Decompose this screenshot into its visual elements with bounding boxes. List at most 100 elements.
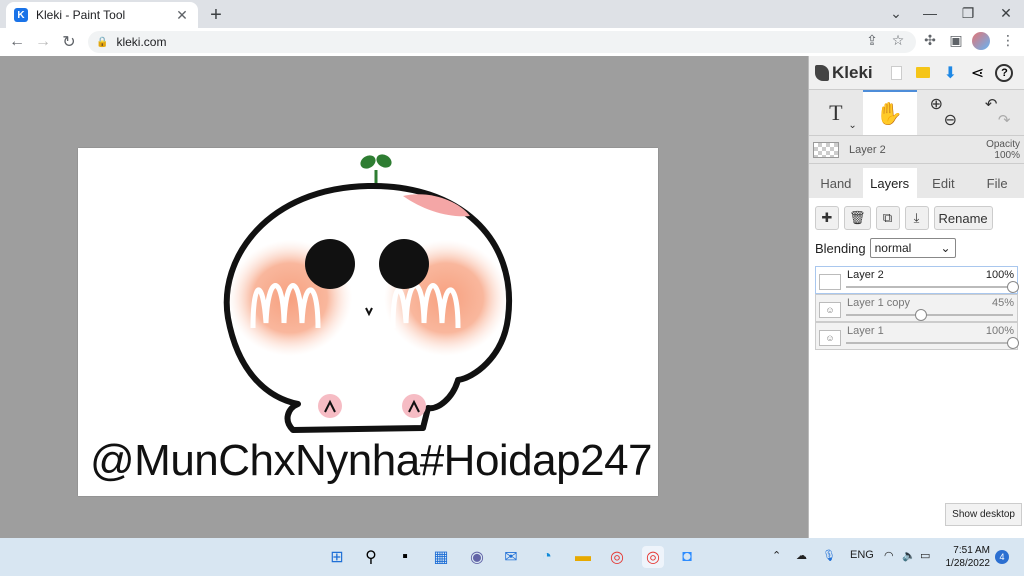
help-icon[interactable]: ? [991, 59, 1018, 87]
battery-icon[interactable]: ▭ [920, 549, 930, 562]
layer-item[interactable]: ☺ Layer 1 copy 45% [815, 294, 1018, 322]
layers-panel: ✚ 🗑 ⧉ ⤓ Rename Blending normal ⌄ Layer 2… [809, 198, 1024, 554]
tab-file[interactable]: File [970, 168, 1024, 198]
layer-opacity-slider[interactable] [846, 337, 1019, 349]
widgets-icon[interactable]: ▦ [430, 546, 452, 568]
blending-select[interactable]: normal ⌄ [869, 238, 956, 258]
undo-icon[interactable]: ↶ [985, 96, 998, 113]
open-folder-icon[interactable] [910, 59, 937, 87]
teams-chat-icon[interactable]: ◉ [466, 546, 488, 568]
browser-toolbar: ← → ↻ 🔒 kleki.com ⇪ ☆ ✣ ▣ ⋮ [0, 28, 1024, 56]
layer-thumbnail: ☺ [819, 330, 841, 346]
forward-arrow-icon[interactable]: → [30, 33, 56, 51]
drawing-canvas[interactable]: @MunChxNynha#Hoidap247 [78, 148, 658, 496]
new-image-icon[interactable] [883, 59, 910, 87]
onedrive-cloud-icon[interactable]: ☁ [796, 549, 807, 562]
volume-icon[interactable]: 🔈 [902, 549, 916, 562]
layer-actions: ✚ 🗑 ⧉ ⤓ Rename [815, 206, 1018, 230]
wifi-icon[interactable]: ◠ [884, 549, 894, 562]
start-windows-icon[interactable]: ⊞ [326, 546, 348, 568]
bookmark-star-icon[interactable]: ☆ [888, 32, 908, 49]
more-menu-icon[interactable]: ⋮ [998, 32, 1018, 49]
merge-down-button[interactable]: ⤓ [904, 206, 929, 230]
layer-opacity-slider[interactable] [846, 281, 1019, 293]
zoom-in-icon[interactable]: ⊕ [930, 96, 943, 113]
chevron-down-icon[interactable]: ⌄ [848, 120, 856, 131]
chrome-icon[interactable]: ◎ [606, 546, 628, 568]
tab-title: Kleki - Paint Tool [36, 8, 126, 22]
clock[interactable]: 7:51 AM 1/28/2022 [944, 544, 991, 570]
address-bar[interactable]: 🔒 kleki.com [88, 31, 916, 53]
blending-label: Blending [815, 240, 866, 256]
kleki-side-panel: Kleki ⬇ ⋖ ? T ⌄ ✋ ⊕ ⊖ ↶ ↷ Layer 2 Opacit… [808, 56, 1024, 554]
plus-icon: ✚ [821, 210, 833, 225]
close-tab-icon[interactable]: ✕ [174, 7, 190, 24]
zoom-controls: ⊕ ⊖ [917, 90, 971, 135]
delete-layer-button[interactable]: 🗑 [844, 206, 871, 230]
trash-icon: 🗑 [849, 210, 866, 225]
layer-name: Layer 1 copy [847, 297, 910, 309]
slider-handle[interactable] [915, 309, 928, 321]
edge-browser-icon[interactable]: ◔ [536, 546, 558, 568]
tab-layers[interactable]: Layers [862, 168, 917, 198]
reload-icon[interactable]: ↻ [56, 32, 82, 52]
tab-edit[interactable]: Edit [917, 168, 971, 198]
chevron-down-icon: ⌄ [940, 241, 951, 255]
file-explorer-icon[interactable]: ▬ [572, 546, 594, 568]
slider-handle[interactable] [1007, 281, 1019, 293]
panel-header: Kleki ⬇ ⋖ ? [809, 56, 1024, 90]
slider-handle[interactable] [1007, 337, 1019, 349]
clock-time: 7:51 AM [953, 545, 990, 556]
tab-hand[interactable]: Hand [809, 168, 863, 198]
download-icon[interactable]: ⬇ [937, 59, 964, 87]
text-tool-button[interactable]: T ⌄ [809, 90, 863, 135]
close-window-button[interactable]: ✕ [988, 2, 1024, 26]
redo-icon[interactable]: ↷ [998, 112, 1011, 129]
browser-tab-strip: K Kleki - Paint Tool ✕ + ⌄ — ❐ ✕ [0, 0, 1024, 28]
watermark-text: @MunChxNynha#Hoidap247 [90, 436, 653, 485]
zoom-out-icon[interactable]: ⊖ [944, 112, 957, 129]
browser-tab[interactable]: K Kleki - Paint Tool ✕ [6, 2, 198, 28]
minimize-button[interactable]: — [912, 2, 948, 26]
back-arrow-icon[interactable]: ← [4, 33, 30, 51]
kleki-logo: Kleki [815, 63, 873, 83]
current-layer-preview[interactable]: Layer 2 Opacity 100% [809, 136, 1024, 164]
layer-opacity: 100% [985, 325, 1014, 337]
task-view-icon[interactable]: ▪ [394, 546, 416, 568]
new-tab-button[interactable]: + [206, 4, 226, 27]
layer-item[interactable]: Layer 2 100% [815, 266, 1019, 294]
layer-name: Layer 1 [847, 325, 884, 337]
search-icon[interactable]: ⚲ [360, 546, 382, 568]
restore-button[interactable]: ❐ [950, 2, 986, 26]
microphone-icon[interactable]: 🎙 [822, 549, 836, 562]
hand-icon: ✋ [875, 100, 904, 126]
kleki-logo-icon [815, 64, 829, 81]
layer-list: Layer 2 100% ☺ Layer 1 copy 45% ☺ Layer … [815, 266, 1019, 350]
layer-item[interactable]: ☺ Layer 1 100% [815, 322, 1019, 350]
hand-tool-button[interactable]: ✋ [862, 90, 917, 135]
language-indicator[interactable]: ENG [850, 549, 874, 561]
layer-opacity: 100% [985, 269, 1014, 281]
layer-thumbnail [819, 274, 841, 290]
chrome-active-icon[interactable]: ◎ [642, 546, 664, 568]
layer-thumbnail: ☺ [819, 302, 841, 318]
rename-layer-button[interactable]: Rename [933, 206, 993, 230]
add-layer-button[interactable]: ✚ [815, 206, 839, 230]
tab-search-chevron-icon[interactable]: ⌄ [878, 2, 914, 26]
layer-opacity-slider[interactable] [846, 309, 1013, 321]
current-layer-name: Layer 2 [849, 143, 886, 156]
opacity-readout: Opacity 100% [986, 139, 1020, 161]
lock-icon: 🔒 [96, 36, 109, 48]
profile-avatar[interactable] [972, 32, 990, 50]
side-panel-icon[interactable]: ▣ [946, 32, 966, 49]
canvas-workspace[interactable]: @MunChxNynha#Hoidap247 [0, 56, 808, 538]
duplicate-layer-button[interactable]: ⧉ [875, 206, 900, 230]
share-icon[interactable]: ⇪ [862, 32, 882, 49]
mail-icon[interactable]: ✉ [500, 546, 522, 568]
tray-chevron-up-icon[interactable]: ⌃ [772, 549, 781, 562]
share-icon[interactable]: ⋖ [964, 59, 991, 87]
undo-redo-controls: ↶ ↷ [970, 90, 1024, 135]
zoom-app-icon[interactable]: ◘ [676, 546, 698, 568]
extensions-puzzle-icon[interactable]: ✣ [920, 32, 940, 49]
notification-badge[interactable]: 4 [995, 550, 1009, 564]
